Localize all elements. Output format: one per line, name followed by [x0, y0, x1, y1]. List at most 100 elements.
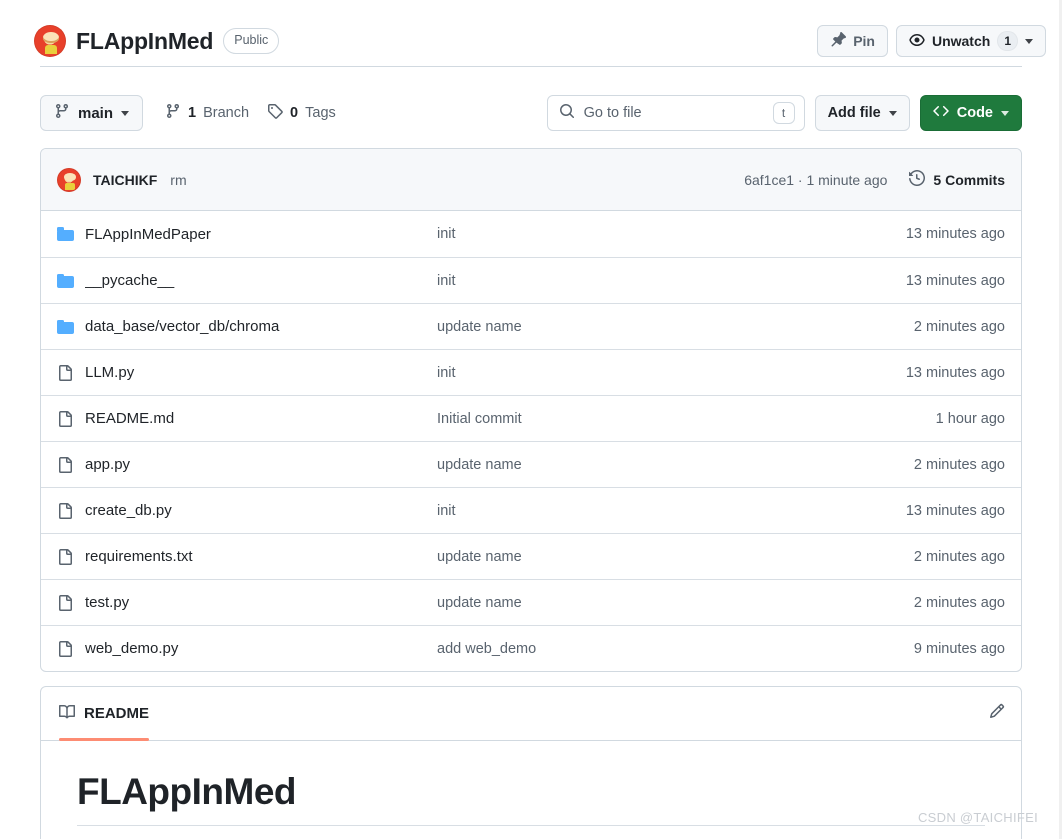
file-name[interactable]: data_base/vector_db/chroma: [85, 318, 437, 335]
table-row[interactable]: FLAppInMedPaper init 13 minutes ago: [41, 211, 1021, 257]
file-rows: FLAppInMedPaper init 13 minutes ago __py…: [41, 211, 1021, 671]
table-row[interactable]: requirements.txt update name 2 minutes a…: [41, 533, 1021, 579]
row-commit-message[interactable]: update name: [437, 457, 914, 473]
folder-icon: [57, 273, 85, 288]
row-commit-message[interactable]: init: [437, 503, 906, 519]
commit-bar-right: 6af1ce1 · 1 minute ago 5 Commits: [744, 169, 1005, 189]
commits-count-link[interactable]: 5 Commits: [909, 169, 1005, 189]
branch-count[interactable]: 1 Branch: [165, 103, 249, 123]
row-commit-time: 13 minutes ago: [905, 364, 1005, 381]
row-commit-message[interactable]: Initial commit: [437, 411, 936, 427]
pin-icon: [830, 31, 847, 51]
readme-header: README: [41, 687, 1021, 741]
table-row[interactable]: data_base/vector_db/chroma update name 2…: [41, 303, 1021, 349]
table-row[interactable]: app.py update name 2 minutes ago: [41, 441, 1021, 487]
readme-heading: FLAppInMed: [77, 771, 985, 826]
ref-counts: 1 Branch 0 Tags: [165, 103, 336, 123]
tag-count-suffix: Tags: [305, 105, 336, 121]
row-commit-time: 2 minutes ago: [913, 456, 1005, 473]
search-placeholder: Go to file: [583, 105, 642, 121]
file-icon: [57, 410, 85, 427]
repo-name[interactable]: FLAppInMed: [76, 28, 213, 55]
visibility-badge: Public: [223, 28, 280, 54]
file-icon: [57, 548, 85, 565]
latest-commit-bar: TAICHIKF rm 6af1ce1 · 1 minute ago 5 Com…: [41, 149, 1021, 211]
file-name[interactable]: create_db.py: [85, 502, 437, 519]
git-branch-icon: [165, 103, 181, 123]
search-icon: [559, 103, 575, 124]
commit-author-name[interactable]: TAICHIKF: [93, 172, 157, 188]
file-browser: TAICHIKF rm 6af1ce1 · 1 minute ago 5 Com…: [40, 148, 1022, 672]
chevron-down-icon: [1025, 38, 1033, 44]
add-file-label: Add file: [827, 105, 881, 121]
row-commit-message[interactable]: init: [437, 273, 906, 289]
commit-hash-and-time[interactable]: 6af1ce1 · 1 minute ago: [744, 172, 887, 188]
table-row[interactable]: README.md Initial commit 1 hour ago: [41, 395, 1021, 441]
table-row[interactable]: create_db.py init 13 minutes ago: [41, 487, 1021, 533]
row-commit-time: 2 minutes ago: [913, 594, 1005, 611]
pin-label: Pin: [853, 33, 875, 49]
file-icon: [57, 502, 85, 519]
readme-panel: README FLAppInMed: [40, 686, 1022, 839]
history-clock-icon: [909, 169, 926, 189]
tag-icon: [267, 103, 283, 123]
folder-icon: [57, 319, 85, 334]
file-name[interactable]: __pycache__: [85, 272, 437, 289]
row-commit-message[interactable]: update name: [437, 595, 914, 611]
code-label: Code: [956, 105, 993, 121]
branch-selector[interactable]: main: [40, 95, 144, 131]
commit-message[interactable]: rm: [170, 172, 186, 188]
row-commit-message[interactable]: add web_demo: [437, 641, 914, 657]
row-commit-message[interactable]: init: [437, 365, 906, 381]
row-commit-time: 9 minutes ago: [913, 640, 1005, 657]
row-commit-time: 13 minutes ago: [905, 502, 1005, 519]
book-icon: [59, 704, 76, 724]
row-commit-time: 2 minutes ago: [913, 548, 1005, 565]
row-commit-message[interactable]: init: [437, 226, 906, 242]
owner-avatar[interactable]: [34, 25, 66, 57]
branch-count-value: 1: [188, 105, 197, 121]
commit-author-avatar[interactable]: [57, 167, 81, 192]
header-actions: Pin Unwatch 1: [817, 25, 1046, 57]
row-commit-message[interactable]: update name: [437, 549, 914, 565]
chevron-down-icon: [888, 110, 897, 116]
file-name[interactable]: LLM.py: [85, 364, 437, 381]
row-commit-time: 13 minutes ago: [905, 226, 1005, 242]
readme-tab-label: README: [84, 705, 150, 722]
file-name[interactable]: web_demo.py: [85, 640, 437, 657]
pin-button[interactable]: Pin: [817, 25, 888, 57]
table-row[interactable]: LLM.py init 13 minutes ago: [41, 349, 1021, 395]
eye-icon: [909, 32, 925, 51]
chevron-down-icon: [121, 110, 130, 116]
watch-count: 1: [997, 31, 1018, 51]
unwatch-button[interactable]: Unwatch 1: [895, 25, 1046, 57]
file-icon: [57, 594, 85, 611]
file-name[interactable]: test.py: [85, 594, 437, 611]
tag-count-value: 0: [290, 105, 299, 121]
unwatch-label: Unwatch: [931, 33, 991, 49]
pencil-icon: [989, 703, 1005, 724]
toolbar-actions: Go to file t Add file Code: [546, 95, 1022, 131]
table-row[interactable]: __pycache__ init 13 minutes ago: [41, 257, 1021, 303]
file-name[interactable]: app.py: [85, 456, 437, 473]
row-commit-time: 13 minutes ago: [905, 272, 1005, 289]
file-name[interactable]: README.md: [85, 410, 437, 427]
file-name[interactable]: FLAppInMedPaper: [85, 226, 437, 243]
repo-header: FLAppInMed Public Pin Unwatch 1: [0, 0, 1062, 64]
branch-count-suffix: Branch: [203, 105, 250, 121]
tab-readme[interactable]: README: [59, 687, 150, 741]
commits-count-label: 5 Commits: [933, 171, 1005, 188]
tag-count[interactable]: 0 Tags: [267, 103, 336, 123]
table-row[interactable]: web_demo.py add web_demo 9 minutes ago: [41, 625, 1021, 671]
file-name[interactable]: requirements.txt: [85, 548, 437, 565]
edit-readme-button[interactable]: [989, 703, 1005, 724]
row-commit-message[interactable]: update name: [437, 319, 914, 335]
file-icon: [57, 364, 85, 381]
code-button[interactable]: Code: [919, 95, 1022, 131]
table-row[interactable]: test.py update name 2 minutes ago: [41, 579, 1021, 625]
add-file-button[interactable]: Add file: [814, 95, 910, 131]
search-shortcut-key: t: [772, 102, 795, 124]
chevron-down-icon: [1001, 110, 1009, 116]
go-to-file-search[interactable]: Go to file t: [546, 95, 805, 131]
header-divider: [40, 66, 1022, 67]
